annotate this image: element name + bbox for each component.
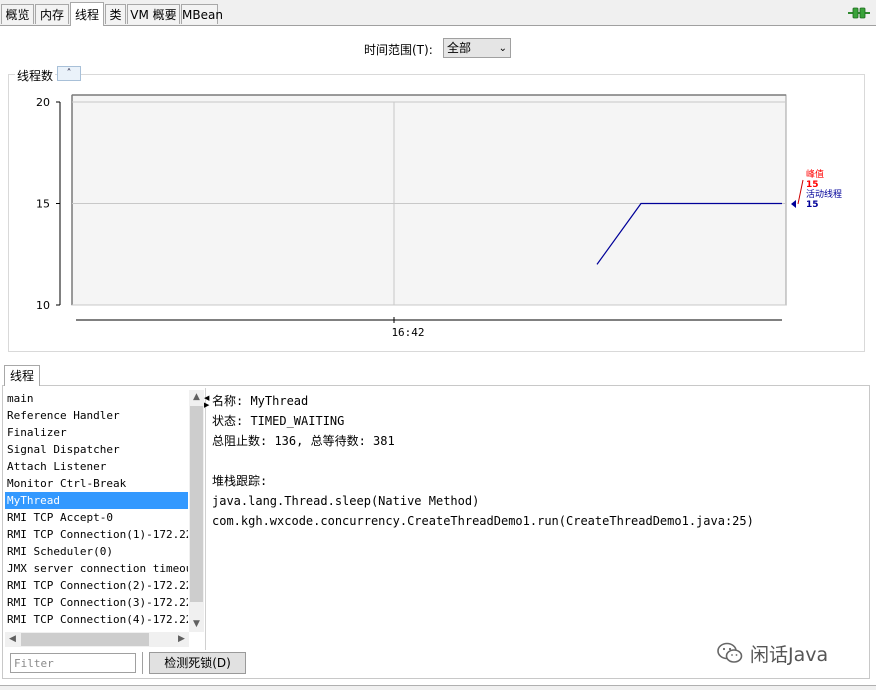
thread-list-item[interactable]: main — [5, 390, 188, 407]
toolbar-separator — [142, 652, 143, 674]
thread-count-chart: 16:42 20 15 10 峰值 15 活动线程 15 — [36, 94, 842, 339]
y-tick-label: 15 — [36, 198, 50, 211]
legend-pointer — [797, 179, 804, 205]
thread-list-item[interactable]: Monitor Ctrl-Break — [5, 475, 188, 492]
thread-name-line: 名称: MyThread — [212, 394, 309, 408]
detect-deadlock-button[interactable]: 检测死锁(D) — [149, 652, 246, 674]
thread-list-item[interactable]: Signal Dispatcher — [5, 441, 188, 458]
thread-list-vertical-scrollbar[interactable]: ▲ ▼ — [189, 390, 204, 632]
stack-frame: java.lang.Thread.sleep(Native Method) — [212, 494, 480, 508]
split-arrows-icon[interactable]: ◀ ▶ — [204, 395, 209, 409]
thread-list-item[interactable]: RMI TCP Connection(4)-172.22.5 — [5, 611, 188, 628]
thread-list-item[interactable]: RMI Scheduler(0) — [5, 543, 188, 560]
thread-list-item[interactable]: Finalizer — [5, 424, 188, 441]
thread-state-line: 状态: TIMED_WAITING — [212, 414, 345, 428]
thread-list-item[interactable]: RMI TCP Connection(3)-172.22.5 — [5, 594, 188, 611]
filter-input[interactable] — [10, 653, 136, 673]
thread-list[interactable]: main Reference Handler Finalizer Signal Dis… — [5, 390, 188, 632]
wechat-logo-icon — [717, 642, 743, 663]
legend-peak-name: 峰值 — [806, 168, 824, 180]
thread-list-horizontal-scrollbar[interactable]: ◀ ▶ — [5, 632, 189, 647]
y-tick-label: 10 — [36, 299, 50, 312]
x-axis: 16:42 — [76, 317, 782, 339]
thread-list-item[interactable]: JMX server connection timeout — [5, 560, 188, 577]
legend: 峰值 15 活动线程 15 — [806, 168, 842, 210]
status-bar — [0, 685, 876, 690]
thread-list-item[interactable]: RMI TCP Connection(1)-172.22.5 — [5, 526, 188, 543]
x-tick-label: 16:42 — [391, 326, 424, 339]
scroll-up-icon[interactable]: ▲ — [189, 390, 204, 405]
thread-counts-line: 总阻止数: 136, 总等待数: 381 — [212, 434, 395, 448]
split-pane-divider[interactable] — [205, 388, 211, 650]
stack-frame: com.kgh.wxcode.concurrency.CreateThreadD… — [212, 514, 754, 528]
plot-area — [71, 94, 787, 306]
thread-list-item[interactable]: Reference Handler — [5, 407, 188, 424]
thread-list-item[interactable]: Attach Listener — [5, 458, 188, 475]
legend-active-value: 15 — [806, 200, 819, 210]
legend-peak-value: 15 — [806, 180, 819, 190]
current-value-marker — [791, 200, 796, 208]
scroll-down-icon[interactable]: ▼ — [189, 617, 204, 632]
thread-details: 名称: MyThread 状态: TIMED_WAITING 总阻止数: 136… — [212, 391, 754, 531]
stack-trace-title: 堆栈跟踪: — [212, 474, 268, 488]
thread-list-item[interactable]: MyThread — [5, 492, 188, 509]
legend-active-name: 活动线程 — [806, 188, 842, 200]
scroll-left-icon[interactable]: ◀ — [5, 632, 20, 647]
thread-list-item[interactable]: RMI TCP Connection(2)-172.22.5 — [5, 577, 188, 594]
watermark-text: 闲话Java — [750, 643, 829, 666]
scroll-thumb-horizontal[interactable] — [21, 633, 149, 646]
threads-subtab[interactable]: 线程 — [4, 365, 40, 386]
scroll-right-icon[interactable]: ▶ — [174, 632, 189, 647]
tab-threads[interactable]: 线程 — [70, 2, 104, 26]
watermark: 闲话Java — [716, 638, 828, 668]
y-tick-label: 20 — [36, 96, 50, 109]
scroll-thumb[interactable] — [190, 406, 203, 602]
thread-list-item[interactable]: RMI TCP Accept-0 — [5, 509, 188, 526]
